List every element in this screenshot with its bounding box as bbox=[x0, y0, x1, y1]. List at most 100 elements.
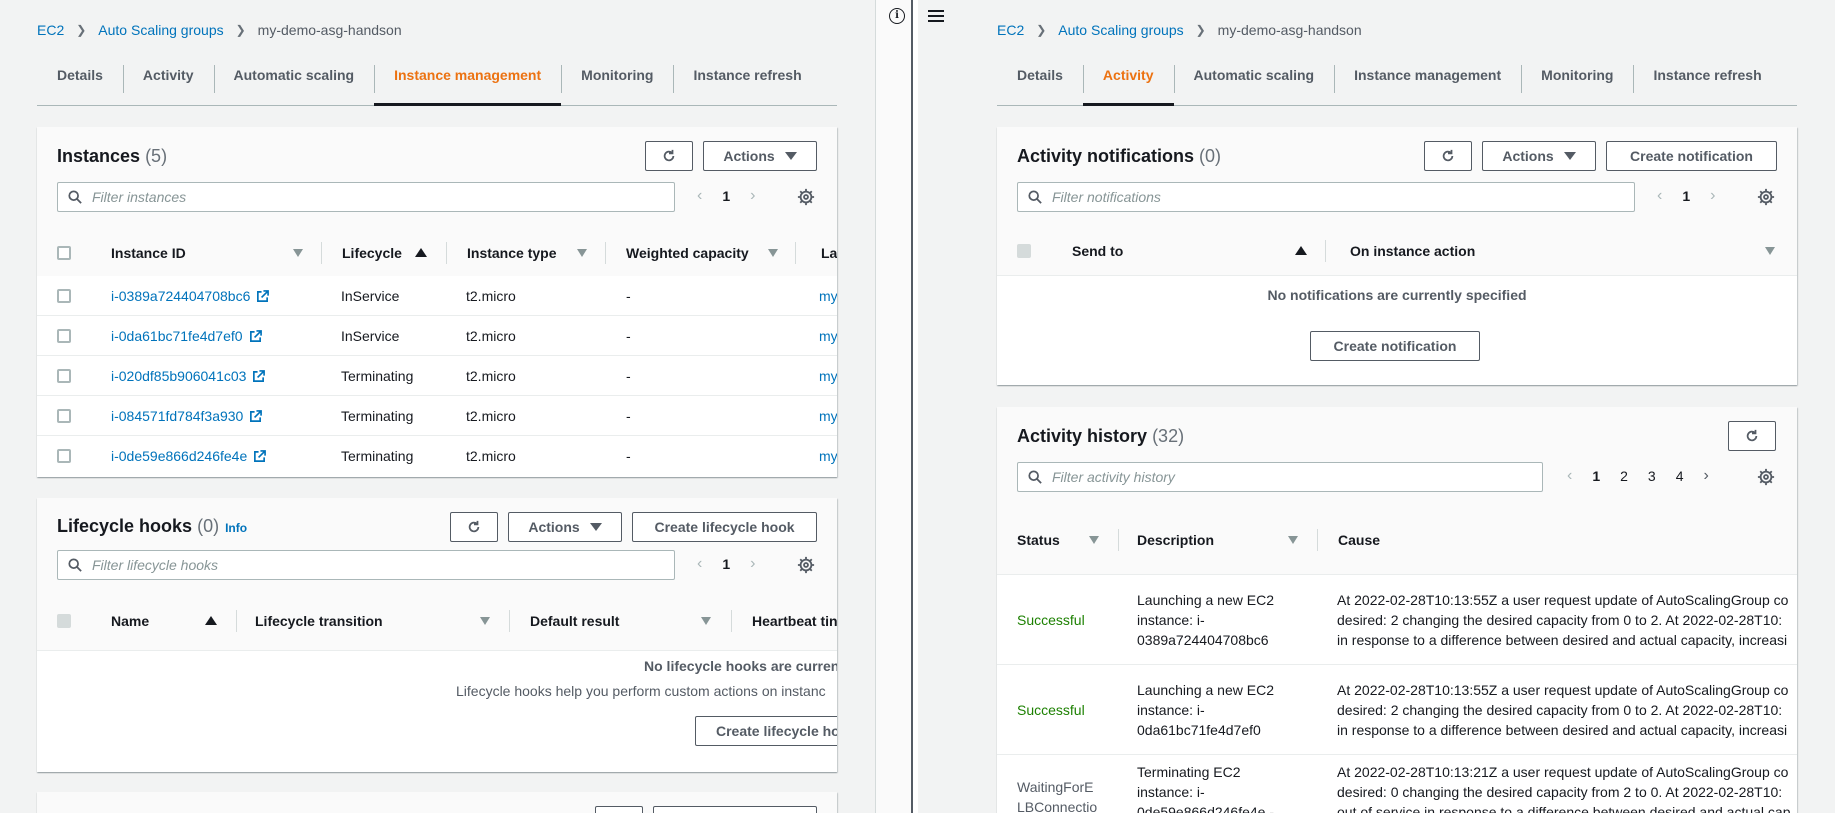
page-2[interactable]: 2 bbox=[1610, 468, 1638, 484]
sort-icon[interactable] bbox=[577, 249, 587, 257]
instance-id-link[interactable]: i-0de59e866d246fe4e bbox=[111, 436, 267, 476]
tab-automatic-scaling[interactable]: Automatic scaling bbox=[213, 55, 375, 106]
prev-page-icon[interactable]: ‹ bbox=[1647, 187, 1672, 205]
breadcrumb-asg[interactable]: Auto Scaling groups bbox=[1058, 22, 1183, 38]
instance-id-link[interactable]: i-0da61bc71fe4d7ef0 bbox=[111, 316, 262, 356]
row-checkbox[interactable] bbox=[57, 449, 71, 463]
notifications-actions-button[interactable]: Actions bbox=[1482, 141, 1596, 171]
table-row[interactable]: i-084571fd784f3a930 Terminating t2.micro… bbox=[37, 396, 837, 436]
notifications-filter-input[interactable]: Filter notifications bbox=[1017, 182, 1635, 212]
breadcrumb-asg[interactable]: Auto Scaling groups bbox=[98, 22, 223, 38]
prev-page-icon[interactable]: ‹ bbox=[1557, 467, 1582, 485]
info-link[interactable]: Info bbox=[225, 521, 247, 535]
col-status[interactable]: Status bbox=[1017, 505, 1060, 575]
panel-action-button[interactable] bbox=[653, 806, 817, 813]
page-number[interactable]: 1 bbox=[1672, 188, 1700, 204]
instance-id-link[interactable]: i-084571fd784f3a930 bbox=[111, 396, 263, 436]
table-row[interactable]: i-0de59e866d246fe4e Terminating t2.micro… bbox=[37, 436, 837, 476]
tab-activity[interactable]: Activity bbox=[122, 55, 214, 106]
create-notification-empty-button[interactable]: Create notification bbox=[1310, 331, 1480, 361]
breadcrumb-ec2[interactable]: EC2 bbox=[37, 22, 64, 38]
page-1[interactable]: 1 bbox=[1582, 468, 1610, 484]
next-page-icon[interactable]: › bbox=[1700, 187, 1725, 205]
tab-instance-management[interactable]: Instance management bbox=[374, 55, 562, 106]
row-checkbox[interactable] bbox=[57, 289, 71, 303]
instances-filter-input[interactable]: Filter instances bbox=[57, 182, 675, 212]
prev-page-icon[interactable]: ‹ bbox=[687, 187, 712, 205]
page-4[interactable]: 4 bbox=[1666, 468, 1694, 484]
sort-icon[interactable] bbox=[480, 617, 490, 625]
tab-monitoring[interactable]: Monitoring bbox=[1521, 55, 1633, 106]
sort-ascending-icon[interactable] bbox=[415, 248, 427, 257]
table-row[interactable]: i-0da61bc71fe4d7ef0 InService t2.micro -… bbox=[37, 316, 837, 356]
sort-icon[interactable] bbox=[701, 617, 711, 625]
launch-template-link[interactable]: my bbox=[819, 356, 837, 396]
instances-actions-button[interactable]: Actions bbox=[703, 141, 817, 171]
col-lifecycle[interactable]: Lifecycle bbox=[342, 228, 402, 278]
gear-icon[interactable] bbox=[1757, 188, 1775, 206]
gear-icon[interactable] bbox=[797, 556, 815, 574]
col-on-instance-action[interactable]: On instance action bbox=[1350, 226, 1475, 276]
gear-icon[interactable] bbox=[797, 188, 815, 206]
row-checkbox[interactable] bbox=[57, 409, 71, 423]
tab-instance-management[interactable]: Instance management bbox=[1334, 55, 1521, 106]
tab-instance-refresh[interactable]: Instance refresh bbox=[1633, 55, 1781, 106]
sort-ascending-icon[interactable] bbox=[205, 616, 217, 625]
col-instance-id[interactable]: Instance ID bbox=[111, 228, 186, 278]
instance-id-link[interactable]: i-020df85b906041c03 bbox=[111, 356, 266, 396]
sort-icon[interactable] bbox=[768, 249, 778, 257]
create-lifecycle-hook-button[interactable]: Create lifecycle hook bbox=[632, 512, 817, 542]
refresh-button[interactable] bbox=[450, 512, 498, 542]
row-checkbox[interactable] bbox=[57, 369, 71, 383]
col-description[interactable]: Description bbox=[1137, 505, 1214, 575]
next-page-icon[interactable]: › bbox=[740, 187, 765, 205]
info-icon[interactable]: i bbox=[889, 8, 905, 24]
instance-id-link[interactable]: i-0389a724404708bc6 bbox=[111, 276, 270, 316]
table-row[interactable]: i-020df85b906041c03 Terminating t2.micro… bbox=[37, 356, 837, 396]
sort-icon[interactable] bbox=[1765, 247, 1775, 255]
launch-template-link[interactable]: my bbox=[819, 316, 837, 356]
tab-monitoring[interactable]: Monitoring bbox=[561, 55, 673, 106]
tab-details[interactable]: Details bbox=[997, 55, 1083, 106]
col-send-to[interactable]: Send to bbox=[1072, 226, 1123, 276]
history-row[interactable]: Successful Launching a new EC2 instance:… bbox=[997, 575, 1797, 665]
window-divider[interactable] bbox=[911, 0, 918, 813]
page-number[interactable]: 1 bbox=[712, 556, 740, 572]
breadcrumb-ec2[interactable]: EC2 bbox=[997, 22, 1024, 38]
page-3[interactable]: 3 bbox=[1638, 468, 1666, 484]
tab-details[interactable]: Details bbox=[37, 55, 123, 106]
col-weighted-capacity[interactable]: Weighted capacity bbox=[626, 228, 749, 278]
prev-page-icon[interactable]: ‹ bbox=[687, 555, 712, 573]
launch-template-link[interactable]: my bbox=[819, 436, 837, 476]
tab-automatic-scaling[interactable]: Automatic scaling bbox=[1173, 55, 1335, 106]
refresh-button[interactable] bbox=[645, 141, 693, 171]
select-all-checkbox[interactable] bbox=[57, 246, 71, 260]
gear-icon[interactable] bbox=[1757, 468, 1775, 486]
col-cause[interactable]: Cause bbox=[1338, 505, 1380, 575]
col-heartbeat[interactable]: Heartbeat tin bbox=[752, 596, 837, 646]
col-launch[interactable]: La bbox=[821, 228, 837, 278]
menu-icon[interactable] bbox=[928, 8, 944, 24]
refresh-button[interactable] bbox=[595, 806, 643, 813]
table-row[interactable]: i-0389a724404708bc6 InService t2.micro -… bbox=[37, 276, 837, 316]
history-row[interactable]: Successful Launching a new EC2 instance:… bbox=[997, 665, 1797, 755]
launch-template-link[interactable]: my bbox=[819, 276, 837, 316]
col-name[interactable]: Name bbox=[111, 596, 149, 646]
create-lifecycle-hook-empty-button[interactable]: Create lifecycle ho bbox=[695, 716, 837, 746]
sort-icon[interactable] bbox=[293, 249, 303, 257]
col-default-result[interactable]: Default result bbox=[530, 596, 619, 646]
tab-instance-refresh[interactable]: Instance refresh bbox=[673, 55, 821, 106]
history-filter-input[interactable]: Filter activity history bbox=[1017, 462, 1543, 492]
sort-icon[interactable] bbox=[1288, 536, 1298, 544]
next-page-icon[interactable]: › bbox=[1694, 467, 1719, 485]
sort-icon[interactable] bbox=[1089, 536, 1099, 544]
refresh-button[interactable] bbox=[1728, 421, 1776, 451]
refresh-button[interactable] bbox=[1424, 141, 1472, 171]
history-row[interactable]: WaitingForE LBConnectio Terminating EC2 … bbox=[997, 755, 1797, 813]
col-instance-type[interactable]: Instance type bbox=[467, 228, 556, 278]
next-page-icon[interactable]: › bbox=[740, 555, 765, 573]
sort-ascending-icon[interactable] bbox=[1295, 246, 1307, 255]
row-checkbox[interactable] bbox=[57, 329, 71, 343]
col-lifecycle-transition[interactable]: Lifecycle transition bbox=[255, 596, 383, 646]
tab-activity[interactable]: Activity bbox=[1082, 55, 1174, 106]
